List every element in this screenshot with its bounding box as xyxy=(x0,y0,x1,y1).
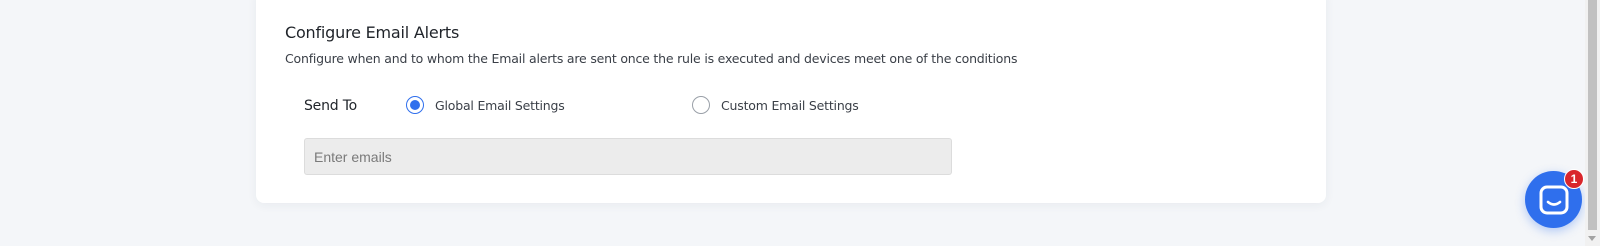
section-description: Configure when and to whom the Email ale… xyxy=(285,51,1018,66)
scrollbar-thumb[interactable] xyxy=(1588,0,1597,230)
page-viewport: Configure Email Alerts Configure when an… xyxy=(0,0,1600,246)
custom-email-settings-label: Custom Email Settings xyxy=(721,97,859,113)
email-alerts-card: Configure Email Alerts Configure when an… xyxy=(256,0,1326,203)
global-email-settings-radio[interactable] xyxy=(406,96,424,114)
send-to-label: Send To xyxy=(304,98,358,114)
custom-email-settings-radio[interactable] xyxy=(692,96,710,114)
vertical-scrollbar[interactable] xyxy=(1585,0,1600,246)
chat-unread-badge: 1 xyxy=(1564,169,1584,189)
custom-email-settings-option[interactable]: Custom Email Settings xyxy=(692,95,859,115)
emails-input[interactable] xyxy=(304,138,952,175)
chat-bubble-icon xyxy=(1539,185,1568,214)
section-title: Configure Email Alerts xyxy=(285,23,460,42)
radio-selected-dot xyxy=(410,100,420,110)
global-email-settings-option[interactable]: Global Email Settings xyxy=(406,95,565,115)
global-email-settings-label: Global Email Settings xyxy=(435,97,565,113)
scroll-down-arrow-icon[interactable] xyxy=(1588,236,1596,241)
